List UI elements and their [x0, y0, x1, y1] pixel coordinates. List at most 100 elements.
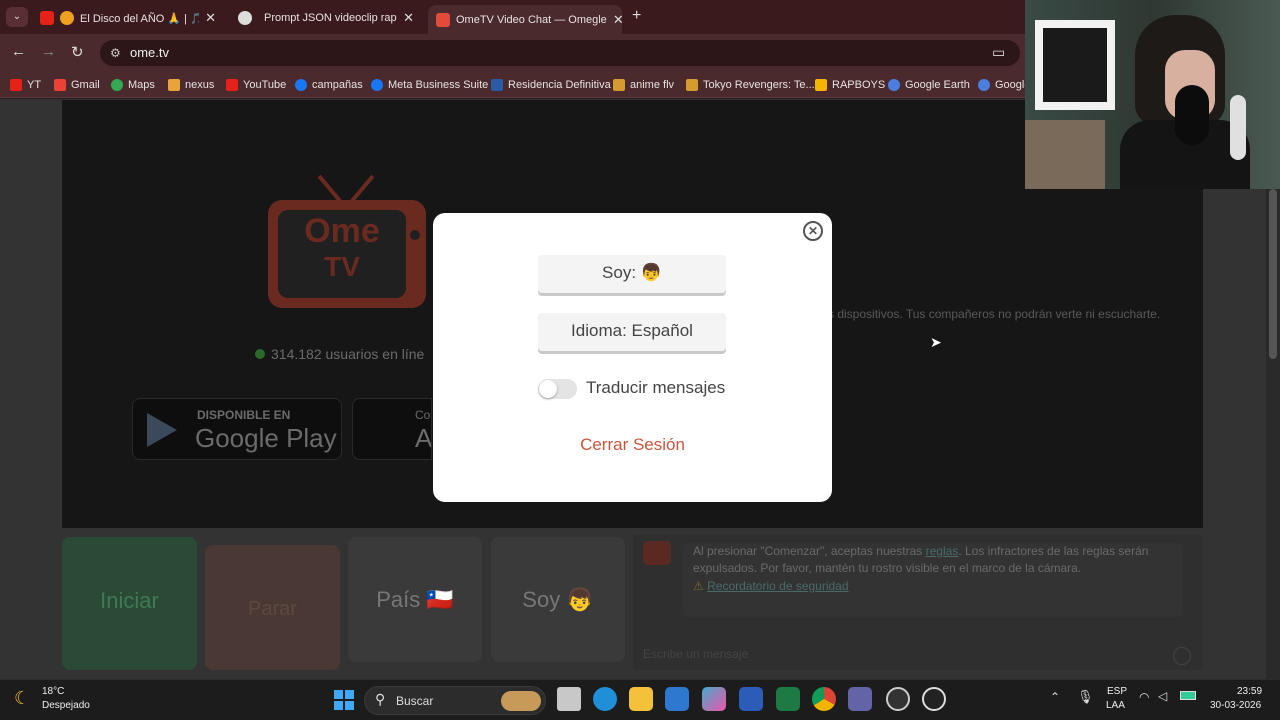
scrollbar-thumb[interactable] [1269, 189, 1277, 359]
start-button[interactable]: Iniciar [62, 537, 197, 670]
app-store-badge[interactable]: Co A [352, 398, 432, 460]
site-info-icon[interactable]: ⚙ [110, 40, 121, 66]
globe-icon [888, 79, 900, 91]
bookmark-label: Gmail [71, 79, 100, 91]
webcam-chair [1025, 120, 1105, 189]
logout-button[interactable]: Cerrar Sesión [433, 435, 832, 455]
forward-icon[interactable]: → [41, 43, 56, 60]
close-modal-icon[interactable]: ✕ [803, 221, 823, 241]
taskbar-search[interactable]: ⚲ Buscar [364, 686, 546, 715]
bookmark-label: campañas [312, 79, 363, 91]
bookmark-gmail[interactable]: Gmail [54, 77, 100, 93]
bookmark-maps[interactable]: Maps [111, 77, 155, 93]
language-select-button[interactable]: Idioma: Español [538, 313, 726, 351]
volume-icon[interactable]: ◁ [1158, 689, 1167, 703]
bookmark-yt[interactable]: YT [10, 77, 41, 93]
clock-date[interactable]: 30-03-2026 [1210, 700, 1261, 711]
online-dot-icon [255, 349, 265, 359]
bookmark-label: Tokyo Revengers: Te... [703, 79, 815, 91]
new-tab-button[interactable]: + [632, 7, 641, 25]
warning-icon: ⚠ [693, 579, 704, 593]
bookmark-meta[interactable]: Meta Business Suite [371, 77, 488, 93]
weather-desc[interactable]: Despejado [42, 700, 90, 711]
webcam-preview [1025, 0, 1280, 189]
microphone-icon[interactable]: 🎙 [1077, 689, 1094, 705]
close-tab-icon[interactable]: ✕ [205, 10, 216, 26]
chatgpt-icon [238, 11, 252, 25]
webcam-poster-dark [1043, 28, 1107, 102]
search-highlight-icon [501, 691, 541, 711]
flag-icon [491, 79, 503, 91]
animeflv-icon [686, 79, 698, 91]
webcam-mic-white [1230, 95, 1246, 160]
message-input[interactable]: Escribe un mensaje [643, 647, 1193, 661]
chevron-up-icon[interactable]: ⌃ [1050, 690, 1060, 704]
translate-toggle[interactable] [538, 379, 577, 399]
logo-text-bottom: TV [324, 251, 360, 282]
lang-bottom[interactable]: LAA [1106, 700, 1125, 711]
translate-label: Traducir mensajes [586, 378, 726, 397]
bookmark-residencia[interactable]: Residencia Definitiva [491, 77, 611, 93]
mail-icon[interactable] [665, 687, 689, 711]
weather-temp[interactable]: 18°C [42, 686, 64, 697]
media-player-icon[interactable] [922, 687, 946, 711]
youtube-icon [10, 79, 22, 91]
app-store-big: A [415, 423, 432, 453]
tab-ometv[interactable]: OmeTV Video Chat — Omegle ✕ [428, 5, 624, 34]
bookmark-google-earth[interactable]: Google Earth [888, 77, 970, 93]
settings-modal: ✕ Soy: 👦 Idioma: Español Traducir mensaj… [433, 213, 832, 502]
animeflv-icon [613, 79, 625, 91]
logo-text-top: Ome [304, 212, 380, 250]
antenna-icon [349, 174, 375, 204]
chrome-icon[interactable] [812, 687, 836, 711]
tab-title: Prompt JSON videoclip rap [264, 12, 397, 24]
word-icon[interactable] [739, 687, 763, 711]
wifi-icon[interactable]: ◠ [1139, 690, 1149, 704]
lang-top[interactable]: ESP [1107, 686, 1127, 697]
obs-icon[interactable] [886, 687, 910, 711]
edge-icon[interactable] [593, 687, 617, 711]
drive-icon [815, 79, 827, 91]
address-bar[interactable]: ⚙ ome.tv [100, 40, 1020, 66]
gender-select-button[interactable]: Soy: 👦 [538, 255, 726, 293]
security-link[interactable]: Recordatorio de seguridad [707, 579, 848, 593]
stop-button[interactable]: Parar [205, 545, 340, 670]
battery-icon[interactable] [1180, 691, 1196, 700]
search-label: Buscar [396, 694, 434, 708]
google-play-badge[interactable]: DISPONIBLE EN Google Play [132, 398, 342, 460]
reload-icon[interactable]: ↻ [71, 43, 84, 61]
excel-icon[interactable] [776, 687, 800, 711]
copilot-icon[interactable] [702, 687, 726, 711]
start-icon[interactable] [334, 690, 354, 710]
back-icon[interactable]: ← [11, 43, 26, 60]
bookmark-campanas[interactable]: campañas [295, 77, 363, 93]
close-tab-icon[interactable]: ✕ [403, 10, 414, 26]
url-text: ome.tv [130, 45, 170, 60]
bookmark-youtube[interactable]: YouTube [226, 77, 286, 93]
rules-link[interactable]: reglas [926, 544, 959, 558]
tab-list-dropdown[interactable]: ⌄ [6, 7, 28, 27]
google-play-icon [147, 413, 177, 447]
file-explorer-icon[interactable] [629, 687, 653, 711]
gender-button[interactable]: Soy 👦 [491, 537, 625, 662]
mouse-cursor-icon: ➤ [930, 334, 942, 350]
emoji-icon[interactable] [1173, 647, 1191, 665]
clock-time[interactable]: 23:59 [1237, 686, 1262, 697]
cast-icon[interactable]: ▭ [992, 44, 1005, 61]
bookmark-rapboys[interactable]: RAPBOYS [815, 77, 885, 93]
bookmark-label: Residencia Definitiva [508, 79, 611, 91]
bookmark-google[interactable]: Google [978, 77, 1030, 93]
tab-disco[interactable]: El Disco del AÑO 🙏 | 🎵 🔊 ✕ [32, 5, 224, 31]
bookmark-tokyo[interactable]: Tokyo Revengers: Te... [686, 77, 815, 93]
bookmark-nexus[interactable]: nexus [168, 77, 214, 93]
teams-icon[interactable] [848, 687, 872, 711]
close-tab-icon[interactable]: ✕ [613, 12, 624, 28]
bookmark-label: Google Earth [905, 79, 970, 91]
tab-prompt[interactable]: Prompt JSON videoclip rap ✕ [230, 5, 422, 31]
task-view-icon[interactable] [557, 687, 581, 711]
country-button[interactable]: País 🇨🇱 [348, 537, 482, 662]
bookmark-animeflv[interactable]: anime flv [613, 77, 674, 93]
logo-screen: Ome TV [278, 210, 406, 298]
online-count-text: 314.182 usuarios en líne [271, 346, 425, 362]
google-play-big: Google Play [195, 423, 337, 453]
